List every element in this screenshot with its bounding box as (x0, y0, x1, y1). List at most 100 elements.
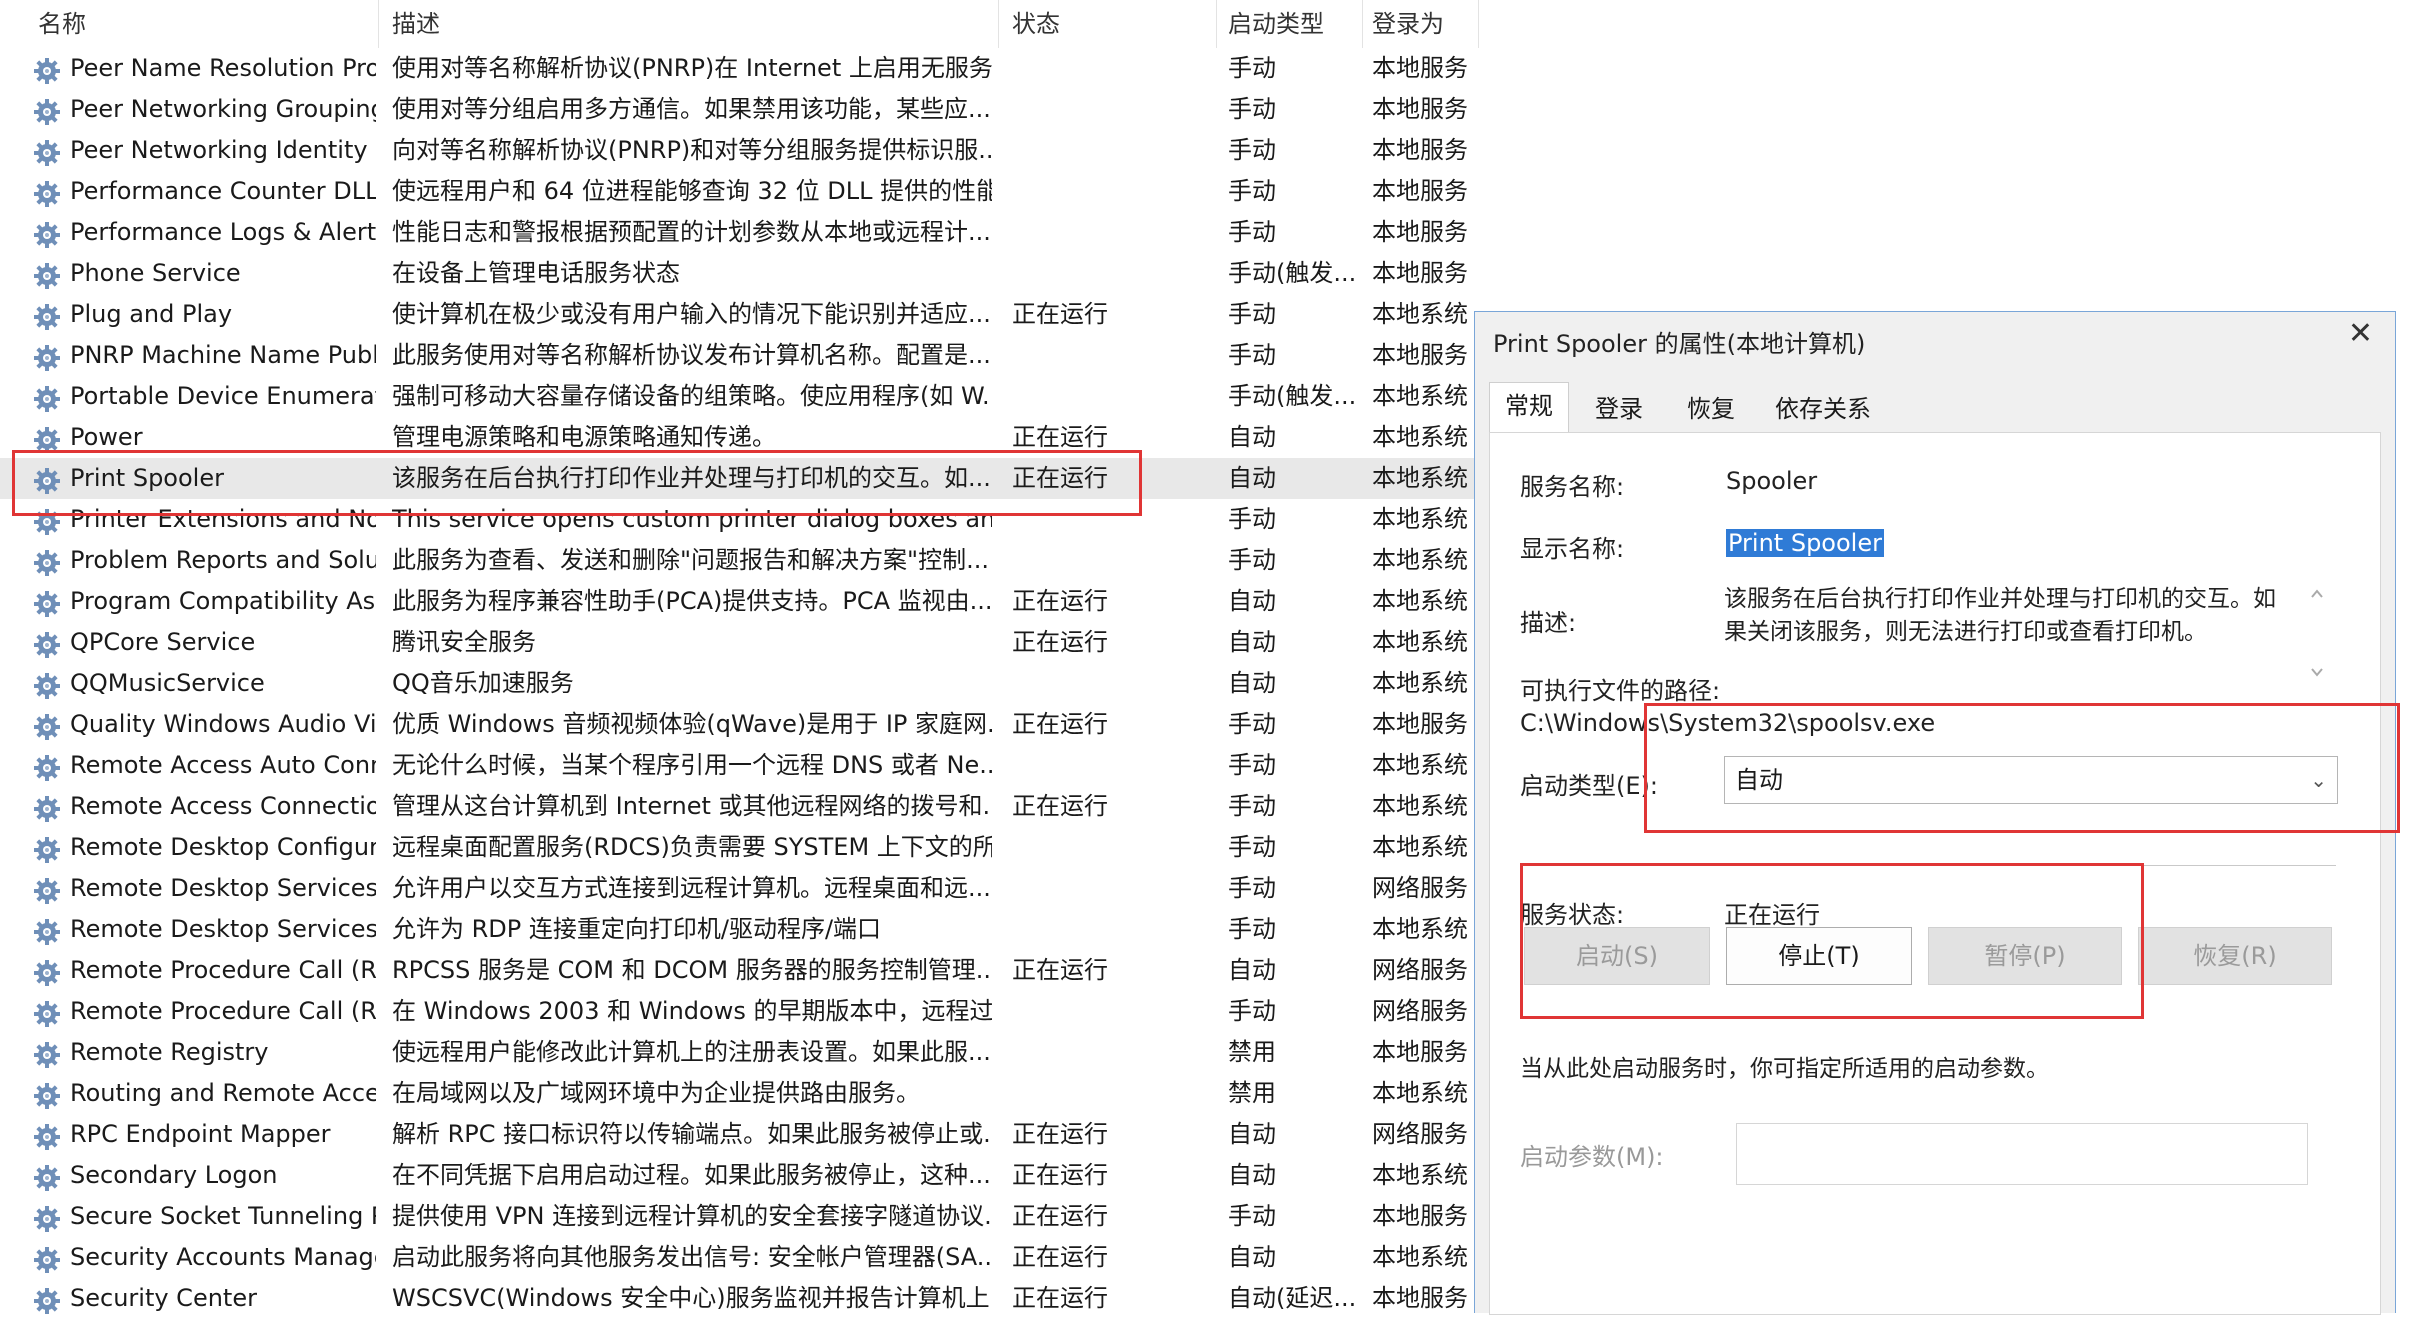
col-header-startup[interactable]: 启动类型 (1228, 0, 1358, 48)
table-row[interactable]: Secondary Logon 在不同凭据下启用启动过程。如果此服务被停止，这种.… (0, 1155, 1480, 1196)
table-row[interactable]: Phone Service 在设备上管理电话服务状态 手动(触发... 本地服务 (0, 253, 1480, 294)
start-hint-text: 当从此处启动服务时，你可指定所适用的启动参数。 (1520, 1056, 2049, 1082)
service-name: Remote Registry (70, 1038, 269, 1066)
service-gear-icon (32, 876, 62, 906)
table-row[interactable]: Remote Access Connectio... 管理从这台计算机到 Inte… (0, 786, 1480, 827)
tab-recovery[interactable]: 恢复 (1671, 386, 1751, 432)
table-row[interactable]: Remote Procedure Call (R... 在 Windows 200… (0, 991, 1480, 1032)
col-header-status[interactable]: 状态 (1012, 0, 1212, 48)
service-gear-icon (32, 302, 62, 332)
service-description: 启动此服务将向其他服务发出信号: 安全帐户管理器(SA... (392, 1243, 992, 1271)
service-logon-as: 网络服务 (1372, 1120, 1468, 1148)
tab-logon[interactable]: 登录 (1579, 386, 1659, 432)
service-description: 在设备上管理电话服务状态 (392, 259, 680, 287)
tab-dependencies[interactable]: 依存关系 (1763, 386, 1883, 432)
table-row[interactable]: Peer Networking Identity ... 向对等名称解析协议(PN… (0, 130, 1480, 171)
tab-general[interactable]: 常规 (1489, 382, 1569, 433)
service-name: PNRP Machine Name Publ... (70, 341, 376, 369)
service-startup-type: 自动 (1228, 1243, 1276, 1271)
service-gear-icon (32, 261, 62, 291)
general-panel: 服务名称: Spooler 显示名称: Print Spooler 描述: 该服… (1489, 432, 2400, 1315)
service-logon-as: 本地系统 (1372, 751, 1468, 779)
service-gear-icon (32, 589, 62, 619)
table-row[interactable]: Remote Desktop Services ... 允许为 RDP 连接重定向… (0, 909, 1480, 950)
table-row[interactable]: Remote Desktop Configur... 远程桌面配置服务(RDCS)… (0, 827, 1480, 868)
table-row[interactable]: Plug and Play 使计算机在极少或没有用户输入的情况下能识别并适应...… (0, 294, 1480, 335)
service-gear-icon (32, 1122, 62, 1152)
service-startup-type: 手动 (1228, 341, 1276, 369)
service-description: 在局域网以及广域网环境中为企业提供路由服务。 (392, 1079, 920, 1107)
service-gear-icon (32, 548, 62, 578)
table-row[interactable]: Program Compatibility Assi... 此服务为程序兼容性助手… (0, 581, 1480, 622)
table-row[interactable]: Remote Registry 使远程用户能修改此计算机上的注册表设置。如果此服.… (0, 1032, 1480, 1073)
table-row[interactable]: Problem Reports and Solut... 此服务为查看、发送和删除… (0, 540, 1480, 581)
table-row[interactable]: Security Accounts Manager 启动此服务将向其他服务发出信号… (0, 1237, 1480, 1278)
sort-up-icon: ⌃ (194, 0, 210, 13)
col-header-logon[interactable]: 登录为 (1372, 0, 1492, 48)
service-name: RPC Endpoint Mapper (70, 1120, 331, 1148)
service-status (1012, 253, 1212, 294)
service-startup-type: 自动 (1228, 1120, 1276, 1148)
service-gear-icon (32, 1204, 62, 1234)
service-gear-icon (32, 671, 62, 701)
display-name-field[interactable]: Print Spooler (1726, 529, 1884, 557)
service-gear-icon (32, 220, 62, 250)
service-logon-as: 本地系统 (1372, 1161, 1468, 1189)
service-name: Secondary Logon (70, 1161, 278, 1189)
table-row[interactable]: Remote Procedure Call (R... RPCSS 服务是 COM… (0, 950, 1480, 991)
service-logon-as: 本地服务 (1372, 1284, 1468, 1312)
service-name: Peer Networking Grouping (70, 95, 376, 123)
service-status (1012, 745, 1212, 786)
service-description: 无论什么时候，当某个程序引用一个远程 DNS 或者 Ne... (392, 751, 992, 779)
service-name: Remote Desktop Configur... (70, 833, 376, 861)
service-logon-as: 本地服务 (1372, 341, 1468, 369)
table-row[interactable]: Security Center WSCSVC(Windows 安全中心)服务监视并… (0, 1278, 1480, 1319)
start-params-label: 启动参数(M): (1520, 1143, 1664, 1171)
service-logon-as: 本地服务 (1372, 1038, 1468, 1066)
table-row[interactable]: Performance Logs & Alerts 性能日志和警报根据预配置的计划… (0, 212, 1480, 253)
service-status: 正在运行 (1012, 300, 1108, 328)
service-status (1012, 1073, 1212, 1114)
resume-button[interactable]: 恢复(R) (2138, 927, 2332, 985)
service-name: Performance Logs & Alerts (70, 218, 376, 246)
table-row[interactable]: Routing and Remote Access 在局域网以及广域网环境中为企业… (0, 1073, 1480, 1114)
service-status (1012, 376, 1212, 417)
service-name: Routing and Remote Access (70, 1079, 376, 1107)
service-startup-type: 手动 (1228, 546, 1276, 574)
table-row[interactable]: Portable Device Enumerat... 强制可移动大容量存储设备的… (0, 376, 1480, 417)
service-startup-type: 手动 (1228, 915, 1276, 943)
close-icon[interactable]: ✕ (2348, 316, 2373, 351)
description-scrollbar[interactable] (2308, 583, 2326, 683)
table-row[interactable]: RPC Endpoint Mapper 解析 RPC 接口标识符以传输端点。如果此… (0, 1114, 1480, 1155)
table-row[interactable]: Quality Windows Audio Vi... 优质 Windows 音频… (0, 704, 1480, 745)
description-text[interactable]: 该服务在后台执行打印作业并处理与打印机的交互。如果关闭该服务，则无法进行打印或查… (1718, 583, 2290, 673)
table-row[interactable]: Performance Counter DLL ... 使远程用户和 64 位进程… (0, 171, 1480, 212)
service-gear-icon (32, 343, 62, 373)
service-startup-type: 手动 (1228, 505, 1276, 533)
service-gear-icon (32, 384, 62, 414)
print-spooler-highlight (12, 450, 1142, 516)
service-logon-as: 本地系统 (1372, 464, 1468, 492)
table-row[interactable]: Peer Name Resolution Pro... 使用对等名称解析协议(PN… (0, 48, 1480, 89)
service-description: 允许用户以交互方式连接到远程计算机。远程桌面和远... (392, 874, 991, 902)
service-startup-type: 手动 (1228, 874, 1276, 902)
table-row[interactable]: Remote Desktop Services 允许用户以交互方式连接到远程计算机… (0, 868, 1480, 909)
table-row[interactable]: Secure Socket Tunneling P... 提供使用 VPN 连接到… (0, 1196, 1480, 1237)
table-row[interactable]: Remote Access Auto Conn... 无论什么时候，当某个程序引用… (0, 745, 1480, 786)
service-description: 腾讯安全服务 (392, 628, 536, 656)
table-row[interactable]: Peer Networking Grouping 使用对等分组启用多方通信。如果禁… (0, 89, 1480, 130)
table-row[interactable]: QPCore Service 腾讯安全服务 正在运行 自动 本地系统 (0, 622, 1480, 663)
service-startup-type: 手动 (1228, 833, 1276, 861)
service-startup-type: 自动 (1228, 423, 1276, 451)
service-startup-type: 自动 (1228, 956, 1276, 984)
service-status (1012, 171, 1212, 212)
service-status (1012, 991, 1212, 1032)
start-params-input[interactable] (1736, 1123, 2308, 1185)
service-gear-icon (32, 179, 62, 209)
col-header-desc[interactable]: 描述 (392, 0, 992, 48)
table-row[interactable]: PNRP Machine Name Publ... 此服务使用对等名称解析协议发布… (0, 335, 1480, 376)
table-row[interactable]: QQMusicService QQ音乐加速服务 自动 本地系统 (0, 663, 1480, 704)
service-logon-as: 本地服务 (1372, 95, 1468, 123)
service-logon-as: 本地系统 (1372, 546, 1468, 574)
service-status: 正在运行 (1012, 1202, 1108, 1230)
